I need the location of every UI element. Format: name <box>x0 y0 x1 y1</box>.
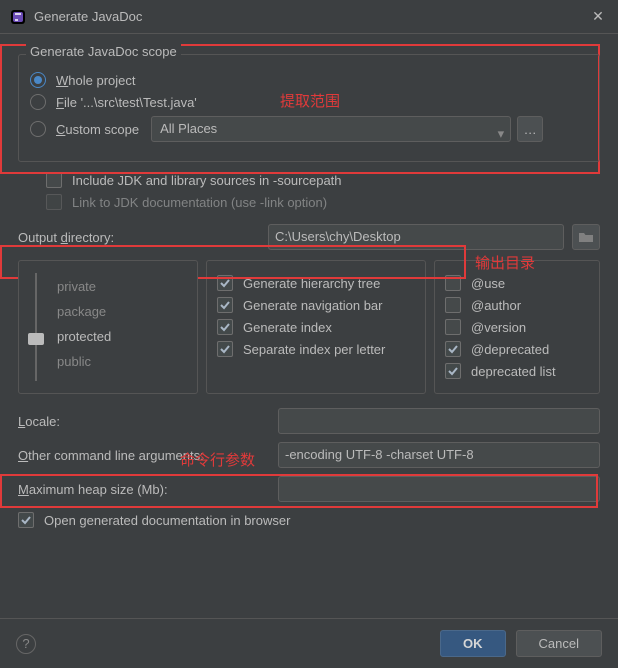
titlebar: Generate JavaDoc ✕ <box>0 0 618 34</box>
output-label: Output directory: <box>18 230 268 245</box>
radio-custom-scope[interactable]: Custom scope All Places ▾ … <box>30 116 588 142</box>
radio-dot <box>30 94 46 110</box>
other-args-input[interactable]: -encoding UTF-8 -charset UTF-8 <box>278 442 600 468</box>
app-icon <box>10 9 26 25</box>
chk-index[interactable]: Generate index <box>217 319 415 335</box>
radio-label: Whole project <box>56 73 136 88</box>
slider-track <box>35 273 37 381</box>
heap-input[interactable] <box>278 476 600 502</box>
help-button[interactable]: ? <box>16 634 36 654</box>
radio-dot <box>30 121 46 137</box>
chk-author[interactable]: @author <box>445 297 589 313</box>
heap-label: Maximum heap size (Mb): <box>18 482 278 497</box>
chk-navbar[interactable]: Generate navigation bar <box>217 297 415 313</box>
chk-use[interactable]: @use <box>445 275 589 291</box>
level-protected[interactable]: protected <box>57 329 187 344</box>
chk-deprecated[interactable]: @deprecated <box>445 341 589 357</box>
radio-dot <box>30 72 46 88</box>
level-private[interactable]: private <box>57 279 187 294</box>
output-directory-input[interactable]: C:\Users\chy\Desktop <box>268 224 564 250</box>
cancel-button[interactable]: Cancel <box>516 630 602 657</box>
browse-folder-button[interactable] <box>572 224 600 250</box>
generation-options: Generate hierarchy tree Generate navigat… <box>206 260 426 394</box>
scope-select[interactable]: All Places ▾ <box>151 116 511 142</box>
other-args-label: Other command line arguments: <box>18 448 278 463</box>
access-level-slider[interactable]: private package protected public <box>18 260 198 394</box>
locale-input[interactable] <box>278 408 600 434</box>
dialog-title: Generate JavaDoc <box>34 9 588 24</box>
ok-button[interactable]: OK <box>440 630 506 657</box>
tag-options: @use @author @version @deprecated deprec… <box>434 260 600 394</box>
scope-browse-button[interactable]: … <box>517 116 543 142</box>
chk-open-browser[interactable]: Open generated documentation in browser <box>18 512 600 528</box>
checkbox-icon <box>18 512 34 528</box>
checkbox-icon <box>46 194 62 210</box>
chk-version[interactable]: @version <box>445 319 589 335</box>
slider-thumb[interactable] <box>28 333 44 345</box>
locale-label: Locale: <box>18 414 278 429</box>
chevron-down-icon: ▾ <box>498 122 505 146</box>
chk-deprecated-list[interactable]: deprecated list <box>445 363 589 379</box>
radio-label: File '...\src\test\Test.java' <box>56 95 197 110</box>
button-bar: ? OK Cancel <box>0 618 618 668</box>
checkbox-icon <box>46 172 62 188</box>
radio-label: Custom scope <box>56 122 139 137</box>
scope-fieldset: Generate JavaDoc scope Whole project Fil… <box>18 46 600 162</box>
scope-legend: Generate JavaDoc scope <box>26 44 181 59</box>
radio-file[interactable]: File '...\src\test\Test.java' <box>30 94 588 110</box>
radio-whole-project[interactable]: Whole project <box>30 72 588 88</box>
folder-icon <box>578 230 594 244</box>
level-public[interactable]: public <box>57 354 187 369</box>
chk-hierarchy[interactable]: Generate hierarchy tree <box>217 275 415 291</box>
chk-link-jdk: Link to JDK documentation (use -link opt… <box>46 194 600 210</box>
close-icon[interactable]: ✕ <box>588 8 608 25</box>
chk-separate-index[interactable]: Separate index per letter <box>217 341 415 357</box>
chk-include-jdk[interactable]: Include JDK and library sources in -sour… <box>46 172 600 188</box>
level-package[interactable]: package <box>57 304 187 319</box>
